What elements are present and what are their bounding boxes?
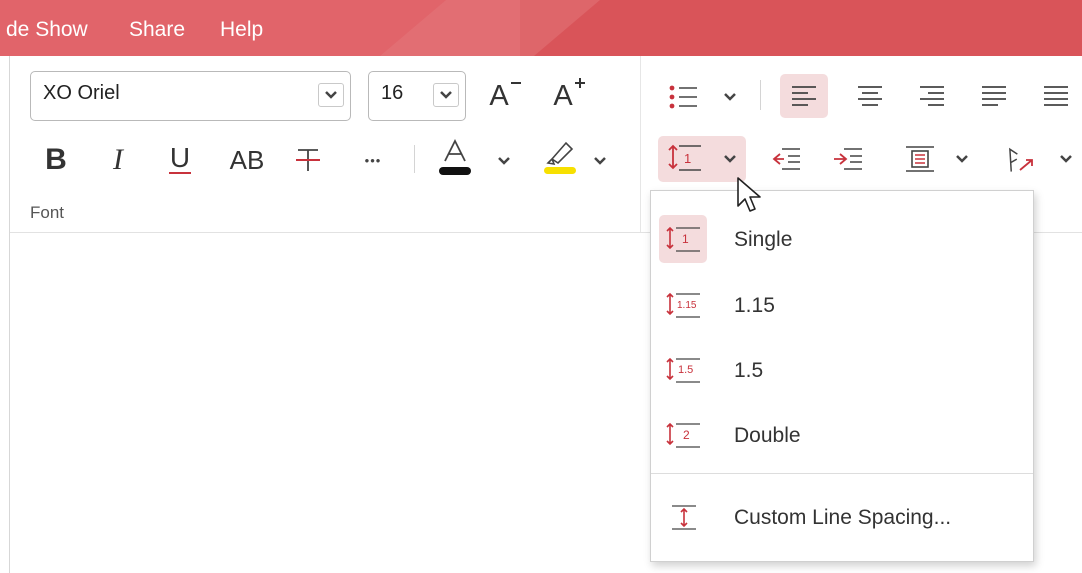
font-name-combo[interactable]: XO Oriel (30, 71, 351, 121)
bold-letter: B (45, 143, 67, 176)
menu-bar: de Show Share Help (0, 0, 1082, 56)
toolbar-separator (760, 80, 761, 110)
menu-item-share[interactable]: Share (129, 18, 185, 42)
distributed-align-icon (1044, 86, 1068, 106)
font-name-value: XO Oriel (43, 82, 120, 104)
font-size-combo[interactable]: 16 (368, 71, 466, 121)
line-spacing-double-icon: 2 (666, 422, 700, 448)
line-spacing-15-icon: 1.5 (666, 357, 700, 383)
strikethrough-icon (296, 149, 320, 171)
chevron-down-icon (594, 157, 606, 165)
text-direction-button[interactable] (996, 136, 1042, 182)
toolbar-separator (414, 145, 415, 173)
font-color-button[interactable] (433, 136, 477, 182)
menu-item-help[interactable]: Help (220, 18, 263, 42)
custom-line-spacing-icon (672, 505, 696, 530)
font-grow-letter: A (553, 79, 573, 112)
more-font-options-button[interactable]: ••• (354, 140, 392, 180)
option-badge: 2 (683, 428, 690, 442)
all-caps-letters: AB (229, 144, 265, 175)
font-size-value: 16 (381, 82, 404, 104)
option-label: 1.15 (734, 294, 775, 317)
line-spacing-dropdown-button[interactable] (718, 148, 742, 170)
line-spacing-menu: 1 Single 1.15 1.15 1.5 1.5 2 Double Cust… (650, 190, 1034, 562)
menu-separator (651, 473, 1033, 474)
line-spacing-option-double[interactable]: 2 Double (651, 407, 1033, 463)
highlight-dropdown-button[interactable] (588, 150, 612, 172)
line-spacing-option-single[interactable]: 1 Single (651, 211, 1033, 267)
option-badge: 1.15 (677, 300, 697, 311)
align-center-button[interactable] (848, 74, 892, 118)
justify-button[interactable] (972, 74, 1016, 118)
option-label: Double (734, 424, 801, 447)
chevron-down-icon (325, 91, 337, 99)
chevron-down-icon (1060, 155, 1072, 163)
text-box-align-button[interactable] (898, 138, 942, 180)
all-caps-button[interactable]: AB (222, 138, 272, 182)
custom-line-spacing-option[interactable]: Custom Line Spacing... (651, 489, 1033, 545)
underline-button[interactable]: U (160, 136, 200, 182)
italic-button[interactable]: I (98, 138, 138, 182)
chevron-down-icon (956, 155, 968, 163)
font-color-dropdown-button[interactable] (492, 150, 516, 172)
font-group-label: Font (30, 203, 65, 222)
line-spacing-button[interactable]: 1 (662, 138, 708, 180)
text-box-align-dropdown-button[interactable] (950, 148, 974, 170)
line-spacing-option-1-5[interactable]: 1.5 1.5 (651, 342, 1033, 398)
line-spacing-icon: 1 (668, 144, 701, 171)
align-right-button[interactable] (910, 74, 954, 118)
custom-line-spacing-label: Custom Line Spacing... (734, 506, 952, 529)
vertical-align-icon (906, 146, 934, 172)
option-label: Single (734, 228, 793, 251)
align-center-icon (858, 86, 882, 106)
increase-indent-icon (834, 148, 862, 170)
decrease-font-size-button[interactable]: A (483, 74, 529, 118)
plus-icon (574, 78, 585, 88)
mouse-cursor-icon (737, 177, 761, 212)
bullet-list-icon (669, 85, 697, 109)
decrease-indent-icon (772, 148, 800, 170)
ribbon-group-separator (640, 56, 641, 232)
font-color-icon (439, 138, 471, 175)
more-icon: ••• (364, 152, 382, 168)
align-left-icon (792, 86, 816, 106)
line-spacing-single-icon: 1 (666, 226, 700, 252)
italic-letter: I (113, 143, 123, 176)
highlighter-icon (544, 141, 576, 174)
justify-icon (982, 86, 1006, 106)
decrease-indent-button[interactable] (764, 138, 808, 180)
font-name-dropdown-button[interactable] (318, 83, 344, 107)
chevron-down-icon (724, 93, 736, 101)
line-spacing-115-icon: 1.15 (666, 292, 700, 318)
font-shrink-letter: A (489, 79, 509, 112)
increase-font-size-button[interactable]: A (545, 74, 595, 118)
increase-indent-button[interactable] (826, 138, 870, 180)
menu-item-slide-show[interactable]: de Show (6, 18, 88, 42)
font-size-dropdown-button[interactable] (433, 83, 459, 107)
line-spacing-option-1-15[interactable]: 1.15 1.15 (651, 277, 1033, 333)
distributed-button[interactable] (1034, 74, 1078, 118)
option-badge: 1 (682, 232, 689, 246)
chevron-down-icon (498, 157, 510, 165)
underline-letter: U (168, 142, 192, 174)
text-direction-dropdown-button[interactable] (1054, 148, 1078, 170)
align-left-button[interactable] (780, 74, 828, 118)
chevron-down-icon (724, 155, 736, 163)
bullets-button[interactable] (664, 78, 704, 116)
highlight-color-button[interactable] (538, 136, 582, 182)
strikethrough-button[interactable] (290, 138, 326, 182)
chevron-down-icon (440, 91, 452, 99)
menu-bar-band (520, 0, 1082, 56)
option-badge: 1.5 (678, 364, 693, 376)
align-right-icon (920, 86, 944, 106)
option-label: 1.5 (734, 359, 764, 382)
text-direction-icon (1009, 147, 1033, 172)
bold-button[interactable]: B (36, 138, 76, 182)
bullets-dropdown-button[interactable] (718, 86, 742, 108)
line-spacing-badge: 1 (684, 151, 691, 166)
minus-icon (510, 82, 521, 84)
